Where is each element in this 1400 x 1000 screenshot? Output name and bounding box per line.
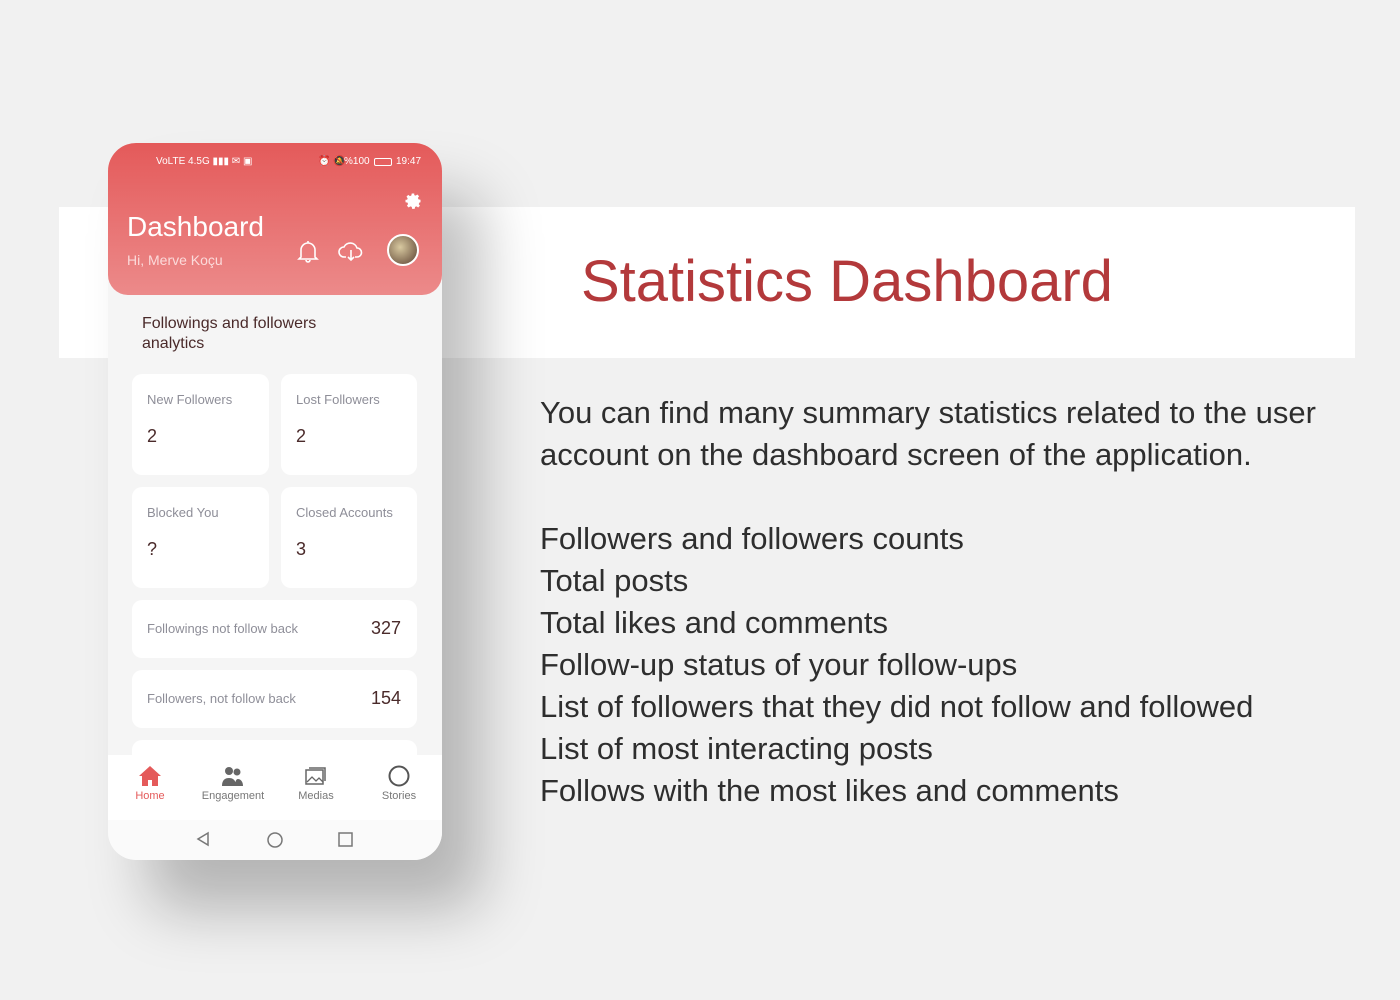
nav-label: Stories [381,790,417,802]
slide-description: You can find many summary statistics rel… [540,395,1316,472]
row-label: Followers, not follow back [147,691,296,706]
stat-card-lost-followers[interactable]: Lost Followers 2 [281,374,417,475]
row-value: 327 [370,618,401,638]
stat-card-new-followers[interactable]: New Followers 2 [132,374,269,475]
bottom-nav: Home Engagement Medias Stories [108,755,442,820]
card-value: 2 [296,426,307,446]
row-followers-not-follow-back[interactable]: Followers, not follow back 154 [132,670,417,728]
feature-item: Followers and followers counts [540,521,964,556]
back-icon[interactable] [196,831,210,847]
feature-item: List of most interacting posts [540,731,933,766]
nav-stories[interactable]: Stories [359,765,439,802]
feature-item: Follows with the most likes and comments [540,773,1119,808]
card-value: 2 [147,426,158,446]
alarm-icon: ⏰ 🔕 [318,156,346,167]
feature-item: Total likes and comments [540,605,889,640]
card-label: Blocked You [147,505,219,520]
battery-percent: %100 [344,156,370,167]
dashboard-header: VoLTE 4.5G ▮▮▮ ✉ ▣ ⏰ 🔕 %100 19:47 Dashbo… [108,143,442,295]
slide-heading: Statistics Dashboard [581,249,1113,314]
feature-item: List of followers that they did not foll… [540,689,1254,724]
phone-mockup: VoLTE 4.5G ▮▮▮ ✉ ▣ ⏰ 🔕 %100 19:47 Dashbo… [108,143,442,860]
nav-label: Home [135,790,165,802]
people-icon [222,767,243,786]
section-title: Followings and followers analytics [142,315,317,352]
page-title: Dashboard [127,211,264,242]
cloud-download-icon[interactable] [338,239,364,263]
gear-icon[interactable] [403,191,423,211]
nav-label: Engagement [201,790,265,802]
row-value: 154 [370,688,401,708]
feature-item: Follow-up status of your follow-ups [540,647,1018,682]
nav-home[interactable]: Home [110,765,190,802]
status-time: 19:47 [396,156,422,167]
row-label: Followings not follow back [147,621,299,636]
stat-card-closed-accounts[interactable]: Closed Accounts 3 [281,487,417,588]
home-icon [139,766,161,786]
card-value: 3 [296,539,307,559]
stat-card-blocked-you[interactable]: Blocked You? [132,487,269,588]
card-label: New Followers [147,392,233,407]
status-icons: VoLTE 4.5G ▮▮▮ ✉ ▣ [156,156,253,167]
nav-medias[interactable]: Medias [276,765,356,802]
card-label: Lost Followers [296,392,380,407]
card-value: ? [147,539,158,559]
battery-icon [374,158,392,166]
home-circle-icon[interactable] [266,831,284,849]
row-followings-not-follow-back[interactable]: Followings not follow back 327 [132,600,417,658]
feature-item: Total posts [540,563,689,598]
bell-icon[interactable] [297,239,319,263]
feature-list: Followers and followers counts Total pos… [540,518,1253,812]
card-label: Closed Accounts [296,505,393,520]
system-nav-bar [108,820,442,860]
nav-label: Medias [298,790,334,802]
images-icon [305,767,326,785]
avatar[interactable] [387,234,419,266]
nav-engagement[interactable]: Engagement [193,765,273,802]
greeting: Hi, Merve Koçu [127,252,223,268]
recents-icon[interactable] [338,832,353,847]
circle-icon [388,765,410,787]
